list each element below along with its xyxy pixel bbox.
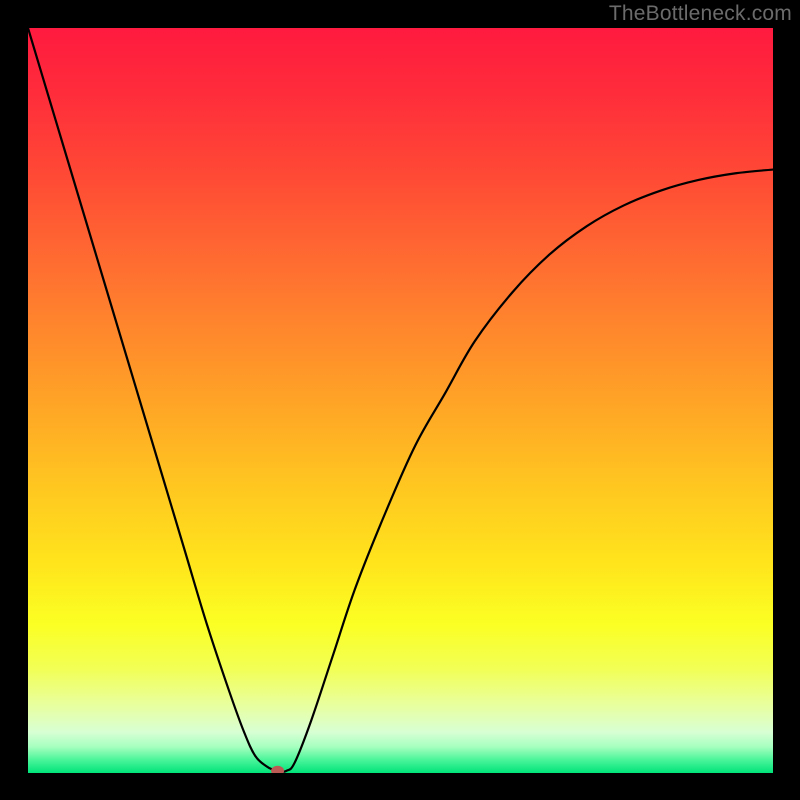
plot-svg [28,28,773,773]
watermark-text: TheBottleneck.com [609,2,792,26]
chart-container: TheBottleneck.com [0,0,800,800]
plot-area [28,28,773,773]
